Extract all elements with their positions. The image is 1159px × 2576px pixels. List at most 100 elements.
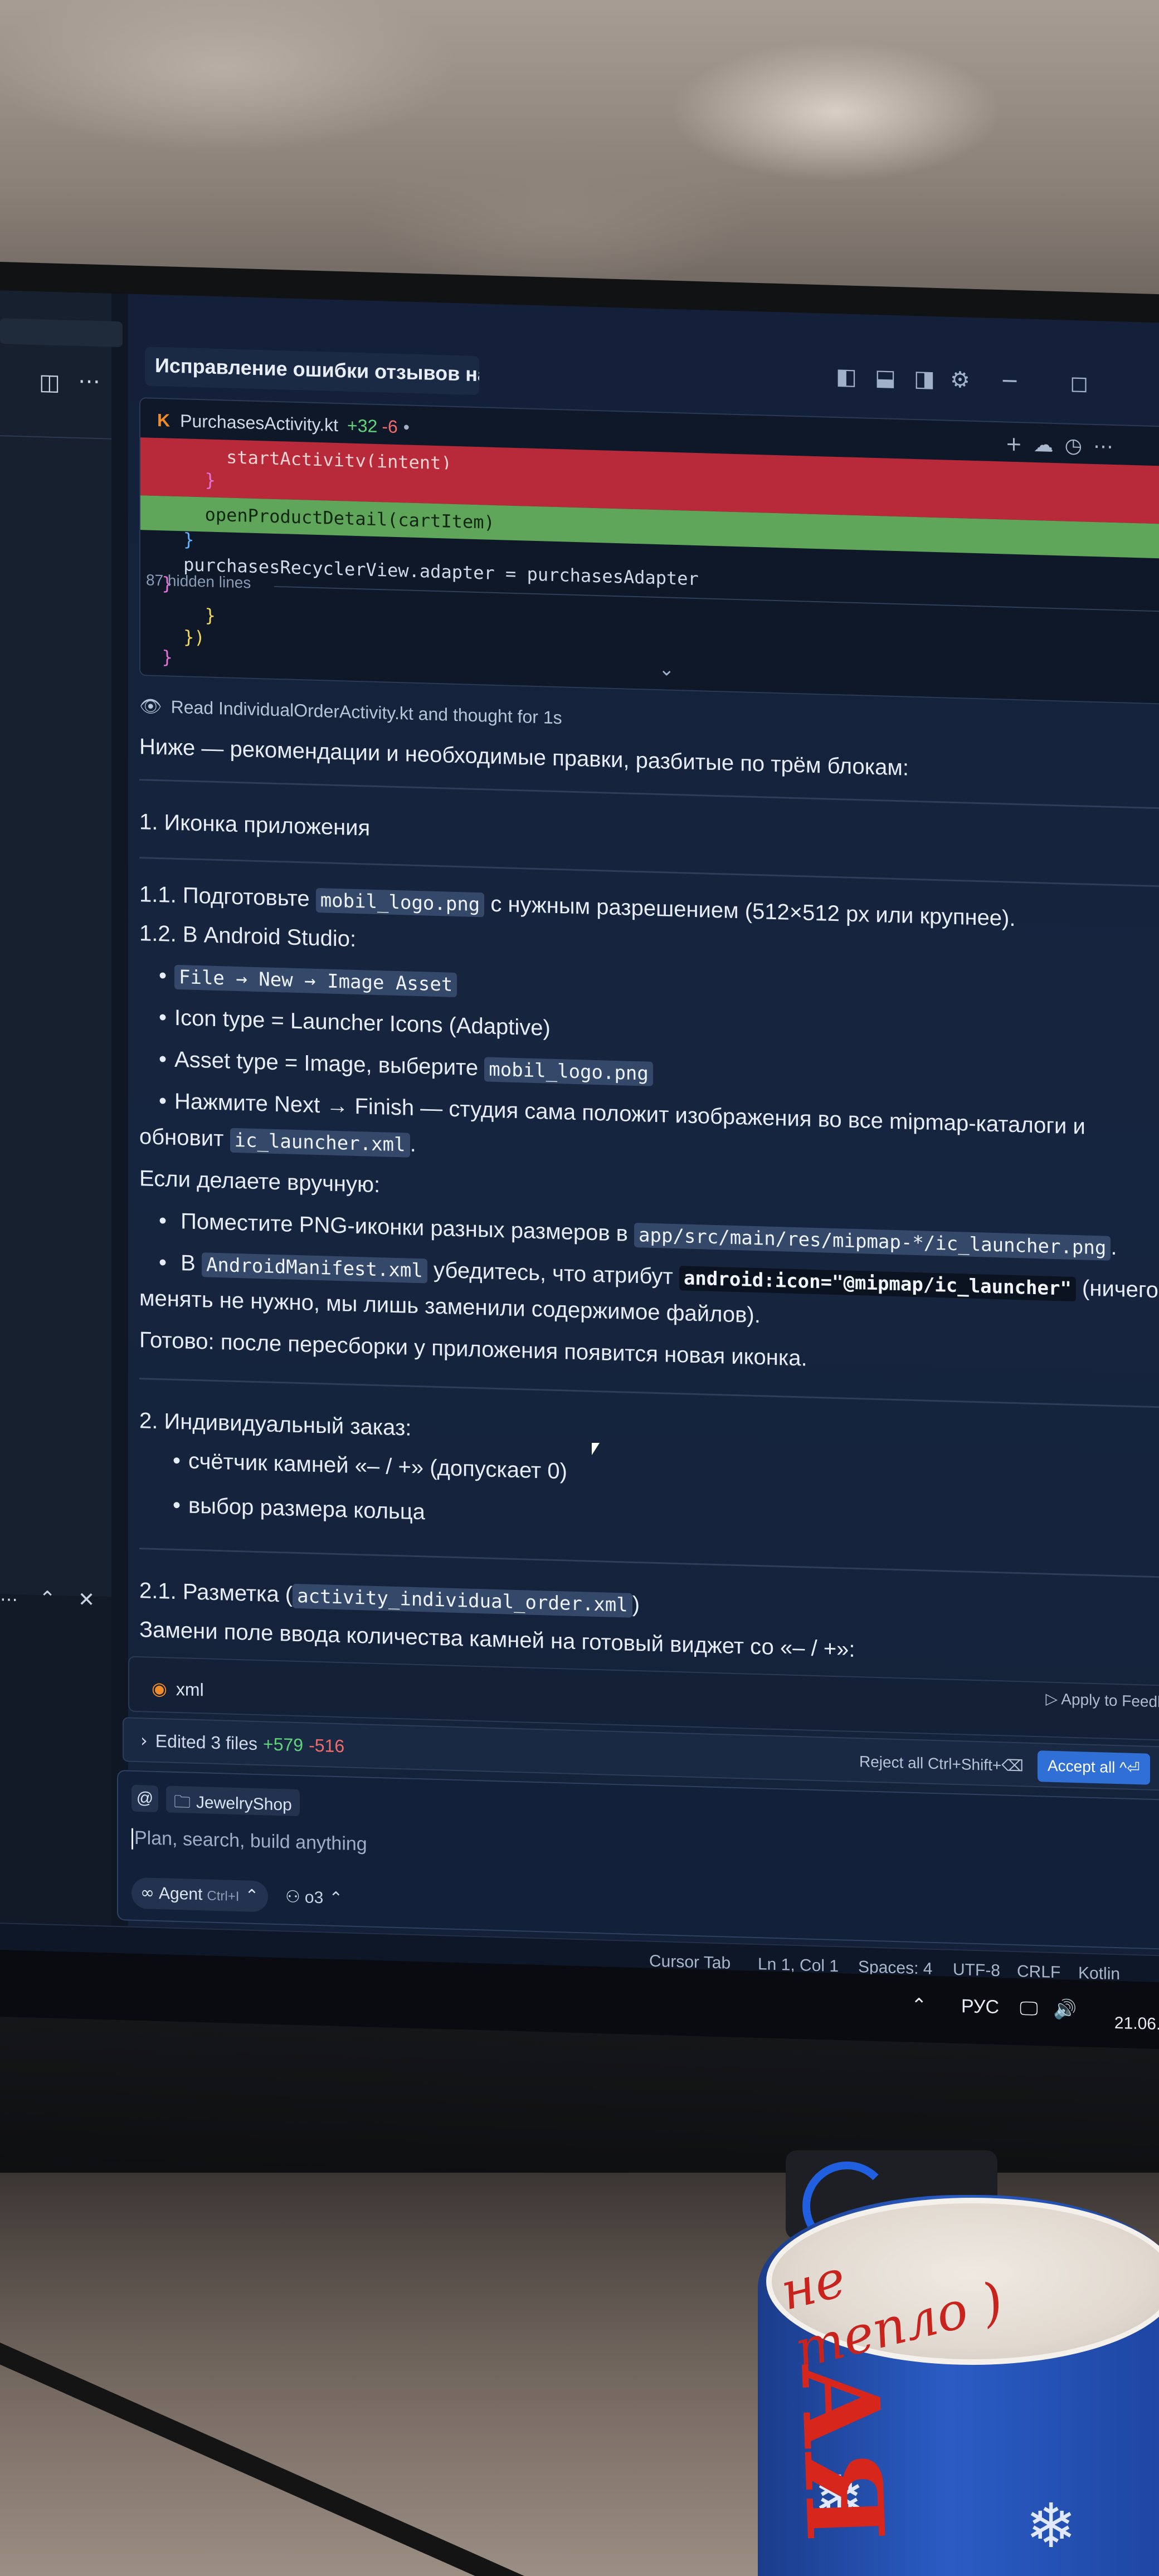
taskbar-clock[interactable]: 2 21.06.2 [1114, 1987, 1159, 2037]
list-item-text: обновит [139, 1124, 230, 1152]
step-1-2: 1.2. В Android Studio: [139, 921, 357, 952]
add-icon[interactable]: + [1005, 433, 1033, 456]
list-item: File → New → Image Asset [159, 963, 457, 998]
mug-letters: АЯ [777, 2360, 908, 2544]
panel-more-icon[interactable]: ⋯ [0, 1588, 18, 1610]
more-actions-icon[interactable]: ⋯ [78, 368, 100, 394]
chevron-up-icon: ⌃ [329, 1889, 343, 1908]
inline-code: File → New → Image Asset [174, 964, 457, 998]
intro-text: Ниже — рекомендации и необходимые правки… [139, 734, 909, 780]
expand-diff-chevron-icon[interactable]: ⌄ [659, 658, 675, 681]
inline-code: ic_launcher.xml [230, 1128, 410, 1158]
code-block-lang-text: xml [176, 1679, 204, 1700]
mouse-cursor [592, 1443, 600, 1455]
clock-date: 21.06.2 [1114, 2013, 1159, 2034]
inline-code: mobil_logo.png [315, 887, 485, 918]
mention-button[interactable]: @ [132, 1784, 158, 1813]
model-icon: ⚇ [285, 1887, 300, 1907]
agent-mode-select[interactable]: ∞ Agent Ctrl+I ⌃ [132, 1877, 268, 1913]
edited-files-toggle[interactable]: › Edited 3 files +579 -516 [140, 1730, 344, 1757]
snowflake-icon: ❄ [1025, 2490, 1077, 2562]
minimize-window-icon[interactable]: ─ [1003, 368, 1016, 394]
list-item-continuation: менять не нужно, мы лишь заменили содерж… [139, 1286, 761, 1328]
step-1-1-prefix: 1.1. Подготовьте [139, 882, 316, 911]
divider [139, 779, 1159, 811]
diff-removed-count: -6 [382, 416, 398, 437]
subsection-prefix: 2.1. Разметка ( [139, 1578, 293, 1607]
panel-close-icon[interactable]: ✕ [78, 1588, 95, 1612]
chevron-right-icon: › [140, 1730, 148, 1752]
model-select[interactable]: ⚇ o3 ⌃ [285, 1887, 343, 1908]
agent-shortcut: Ctrl+I [207, 1888, 240, 1905]
inline-code: app/src/main/res/mipmap-*/ic_launcher.pn… [634, 1222, 1111, 1261]
model-label: o3 [304, 1888, 324, 1907]
tray-chevron-up-icon[interactable]: ⌃ [911, 1994, 927, 2017]
hidden-lines-toggle[interactable]: 87 hidden lines [146, 571, 251, 592]
agent-mode-label: Agent [159, 1884, 203, 1904]
subsection-heading: 2.1. Разметка (activity_individual_order… [139, 1578, 640, 1618]
code-diff-card: KPurchasesActivity.kt+32-6• +☁◷⋯ ✕✓ star… [139, 397, 1159, 706]
inline-code-dark: android:icon="@mipmap/ic_launcher" [679, 1266, 1076, 1302]
chevron-up-icon: ⌃ [245, 1886, 259, 1906]
diff-file-header[interactable]: K PurchasesActivity.kt +32 -6 • [157, 410, 410, 438]
diff-added-count: +32 [347, 415, 378, 437]
apply-button[interactable]: ▷ Apply to Feedback.k [1046, 1690, 1159, 1713]
accept-all-button[interactable]: Accept all ^⏎ [1038, 1750, 1150, 1785]
network-icon[interactable]: 🖵 [1020, 1997, 1038, 2020]
terminal-panel [0, 1594, 111, 1931]
cloud-icon[interactable]: ☁ [1034, 433, 1065, 457]
subsection-text: Замени поле ввода количества камней на г… [139, 1617, 855, 1662]
list-item: Icon type = Launcher Icons (Adaptive) [159, 1005, 551, 1041]
ai-chat-panel: Исправление ошибки отзывов на то ◧ ⬓ ◨ ⚙… [117, 294, 1159, 2068]
folder-icon: 🗀 [174, 1792, 191, 1812]
edited-added: +579 [263, 1734, 304, 1755]
code-block-lang: ◉ xml [152, 1678, 204, 1701]
monitor-screen: ◫ ⋯ ⋯ ⌃ ✕ Исправление ошибки отзывов на … [0, 290, 1159, 2068]
list-item-text: Поместите PNG-иконки разных размеров в [181, 1209, 635, 1246]
list-item-text: убедитесь, что атрибут [427, 1257, 679, 1290]
list-item: Поместите PNG-иконки разных размеров в a… [159, 1208, 1117, 1261]
toggle-sidebar-icon[interactable]: ◧ [836, 364, 857, 390]
rss-icon: ◉ [152, 1677, 167, 1700]
inline-code: AndroidManifest.xml [201, 1252, 427, 1284]
kotlin-file-icon: K [157, 409, 171, 431]
clock-time: 2 [1114, 1987, 1159, 2013]
context-chip[interactable]: 🗀 JewelryShop [166, 1785, 300, 1817]
thought-text: Read IndividualOrderActivity.kt and thou… [171, 696, 562, 728]
list-item: Asset type = Image, выберите mobil_logo.… [159, 1047, 653, 1086]
divider [139, 857, 1159, 889]
step-1-1-suffix: с нужным разрешением (512×512 px или кру… [484, 891, 1016, 931]
toggle-secondary-sidebar-icon[interactable]: ◨ [914, 366, 935, 392]
reject-all-button[interactable]: Reject all Ctrl+Shift+⌫ [859, 1752, 1024, 1775]
unsaved-dot-icon: • [403, 417, 410, 437]
thought-status[interactable]: 👁 Read IndividualOrderActivity.kt and tho… [139, 695, 562, 728]
list-item: счётчик камней «– / +» (допускает 0) [173, 1448, 567, 1485]
history-icon[interactable]: ◷ [1065, 434, 1093, 457]
section-heading: 2. Индивидуальный заказ: [139, 1408, 412, 1441]
manual-heading: Если делаете вручную: [139, 1166, 381, 1198]
keyboard-language[interactable]: РУС [961, 1996, 999, 2018]
context-chip-label: JewelryShop [196, 1793, 292, 1814]
settings-gear-icon[interactable]: ⚙ [950, 367, 970, 393]
editor-tab-strip[interactable] [0, 318, 123, 348]
divider [139, 1378, 1159, 1409]
toggle-panel-icon[interactable]: ⬓ [875, 365, 896, 391]
inline-code: mobil_logo.png [484, 1057, 653, 1086]
list-item-text: . [410, 1131, 416, 1157]
chat-title-tab[interactable]: Исправление ошибки отзывов на то [145, 347, 479, 396]
section-heading: 1. Иконка приложения [139, 809, 371, 841]
volume-icon[interactable]: 🔊 [1053, 1998, 1077, 2021]
split-editor-icon[interactable]: ◫ [39, 369, 60, 396]
list-item-text: В [181, 1251, 202, 1276]
code-token: } [140, 646, 173, 668]
inline-code: activity_individual_order.xml [293, 1583, 632, 1618]
panel-maximize-icon[interactable]: ⌃ [39, 1587, 56, 1611]
maximize-window-icon[interactable]: ◻ [1070, 370, 1088, 397]
chat-input[interactable]: Plan, search, build anything [132, 1827, 367, 1856]
list-item-text: Asset type = Image, выберите [174, 1047, 485, 1081]
list-item: выбор размера кольца [173, 1493, 425, 1525]
done-text: Готово: после пересборки у приложения по… [139, 1328, 807, 1371]
divider [139, 1548, 1159, 1579]
edited-removed: -516 [309, 1735, 345, 1757]
more-icon[interactable]: ⋯ [1093, 435, 1124, 459]
